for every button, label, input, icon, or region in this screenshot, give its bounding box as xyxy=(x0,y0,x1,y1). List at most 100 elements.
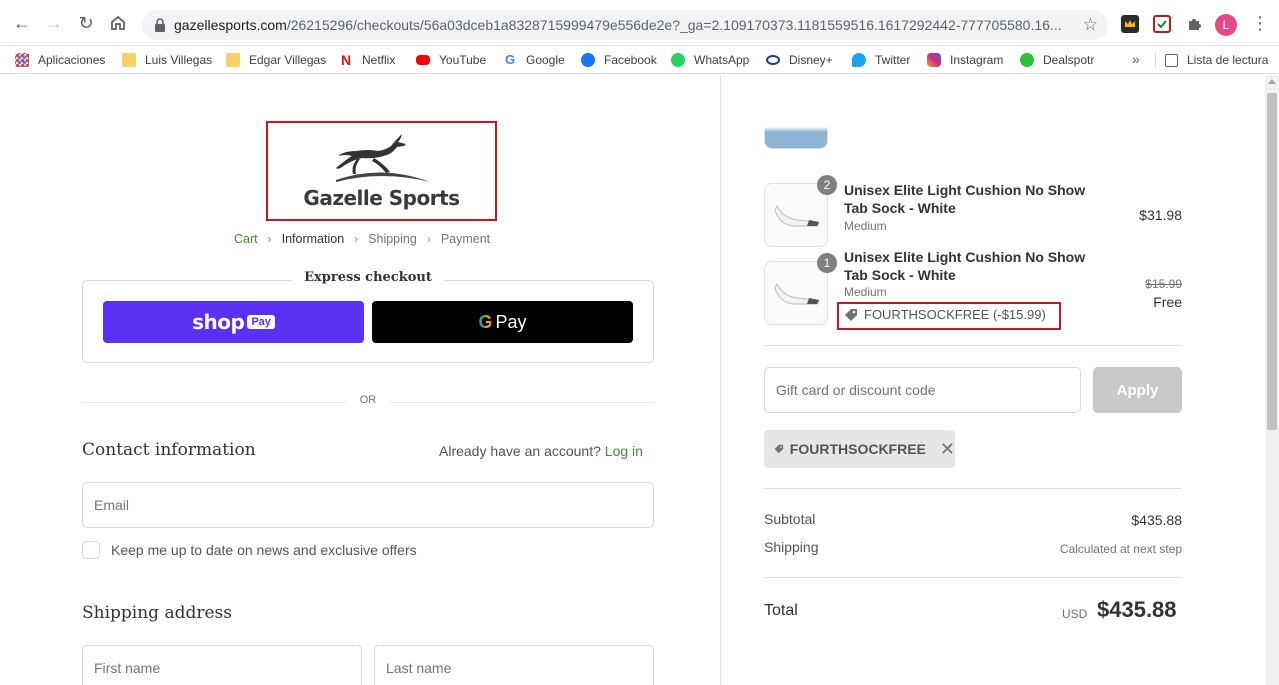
bookmark-label: Facebook xyxy=(604,53,657,67)
summary-divider xyxy=(764,577,1182,578)
product-price: Free xyxy=(1153,294,1182,310)
checkout-page: Gazelle Sports Cart › Information › Ship… xyxy=(0,75,1279,685)
crown-extension-icon[interactable] xyxy=(1121,15,1139,33)
bookmark-label: Netflix xyxy=(362,53,396,67)
email-input[interactable] xyxy=(83,483,653,527)
forward-arrow-icon[interactable]: → xyxy=(44,13,64,33)
bookmark-google[interactable]: G Google xyxy=(503,51,565,69)
line-item-discount: FOURTHSOCKFREE (-$15.99) xyxy=(844,307,1046,322)
menu-kebab-icon[interactable]: ⋮ xyxy=(1251,13,1269,34)
bookmark-label: Luis Villegas xyxy=(145,53,213,67)
bookmark-disney[interactable]: Disney+ xyxy=(766,51,833,69)
bookmarks-overflow-icon[interactable]: » xyxy=(1132,51,1140,67)
address-bar[interactable]: gazellesports.com/26215296/checkouts/56a… xyxy=(142,10,1108,40)
product-thumbnail xyxy=(764,261,828,325)
apply-discount-button[interactable]: Apply xyxy=(1093,367,1182,413)
product-name: Dide xyxy=(844,75,1104,83)
tag-icon xyxy=(774,444,784,454)
shipping-value: Calculated at next step xyxy=(1059,542,1182,556)
sock-icon xyxy=(774,204,820,227)
subtotal-label: Subtotal xyxy=(764,511,816,527)
reading-list[interactable]: Lista de lectura xyxy=(1165,51,1268,69)
product-variant: Small xyxy=(844,87,875,101)
applied-code-text: FOURTHSOCKFREE xyxy=(789,441,926,457)
shipping-address-title: Shipping address xyxy=(82,603,233,623)
login-link[interactable]: Log in xyxy=(605,443,643,459)
newsletter-checkbox[interactable] xyxy=(82,541,100,559)
total-label: Total xyxy=(764,602,798,619)
chevron-right-icon: › xyxy=(426,232,431,246)
folder-icon xyxy=(122,53,136,67)
reload-icon[interactable]: ↻ xyxy=(76,13,96,33)
bookmark-star-icon[interactable]: ☆ xyxy=(1083,15,1098,35)
first-name-input[interactable] xyxy=(83,646,361,685)
last-name-input[interactable] xyxy=(375,646,653,685)
bookmark-label: Google xyxy=(526,53,565,67)
bookmark-instagram[interactable]: Instagram xyxy=(927,51,1003,69)
original-price: $15.99 xyxy=(1145,277,1182,291)
shop-pay-word: shop xyxy=(192,310,245,334)
profile-avatar[interactable]: L xyxy=(1215,14,1237,36)
whatsapp-icon xyxy=(671,53,685,67)
product-thumbnail xyxy=(764,85,828,149)
reading-list-label: Lista de lectura xyxy=(1187,53,1269,67)
bookmark-dealspotr[interactable]: Dealspotr xyxy=(1020,51,1094,69)
email-field[interactable] xyxy=(82,482,654,528)
calendar-extension-icon[interactable] xyxy=(1153,15,1171,33)
bookmark-luis[interactable]: Luis Villegas xyxy=(122,51,212,69)
first-name-field[interactable] xyxy=(82,645,362,685)
discount-code-field[interactable] xyxy=(764,367,1081,413)
lock-icon xyxy=(155,18,165,32)
bookmark-label: YouTube xyxy=(439,53,487,67)
scroll-up-arrow-icon[interactable] xyxy=(1268,79,1276,84)
account-prompt: Already have an account? Log in xyxy=(439,443,643,459)
tag-icon xyxy=(845,308,857,321)
back-arrow-icon[interactable]: ← xyxy=(12,13,32,33)
scroll-thumb[interactable] xyxy=(1267,93,1277,430)
twitter-icon xyxy=(852,53,866,67)
sock-icon xyxy=(774,282,820,305)
reading-list-icon xyxy=(1165,53,1178,67)
line-item: 2 Unisex Elite Light Cushion No Show Tab… xyxy=(764,175,1182,253)
url-path: /26215296/checkouts/56a03dceb1a832871599… xyxy=(286,17,1062,33)
store-logo[interactable]: Gazelle Sports xyxy=(266,121,497,221)
subtotal-value: $435.88 xyxy=(1131,512,1182,528)
bookmark-whatsapp[interactable]: WhatsApp xyxy=(671,51,749,69)
breadcrumb-cart[interactable]: Cart xyxy=(234,232,258,246)
or-text: OR xyxy=(345,394,391,406)
bookmark-label: Twitter xyxy=(875,53,911,67)
remove-discount-close-icon[interactable]: ✕ xyxy=(940,439,955,460)
product-variant: Medium xyxy=(844,219,887,233)
bookmark-apps[interactable]: Aplicaciones xyxy=(15,51,105,69)
bookmark-twitter[interactable]: Twitter xyxy=(852,51,910,69)
bookmark-netflix[interactable]: N Netflix xyxy=(339,51,395,69)
gazelle-logo-icon xyxy=(336,134,430,182)
breadcrumb: Cart › Information › Shipping › Payment xyxy=(234,232,490,246)
newsletter-label: Keep me up to date on news and exclusive… xyxy=(111,542,417,558)
bookmark-facebook[interactable]: Facebook xyxy=(581,51,657,69)
bookmark-label: Aplicaciones xyxy=(38,53,106,67)
discount-code-input[interactable] xyxy=(765,368,1080,412)
breadcrumb-payment: Payment xyxy=(440,232,491,246)
google-pay-button[interactable]: G Pay xyxy=(372,301,633,343)
account-prompt-text: Already have an account? xyxy=(439,443,601,459)
last-name-field[interactable] xyxy=(374,645,654,685)
quantity-badge: 2 xyxy=(817,175,837,195)
shop-pay-button[interactable]: shop Pay xyxy=(103,301,364,343)
bookmark-youtube[interactable]: YouTube xyxy=(416,51,486,69)
bookmark-label: WhatsApp xyxy=(694,53,750,67)
product-variant: Medium xyxy=(844,285,887,299)
puzzle-extensions-icon[interactable] xyxy=(1185,15,1203,33)
page-scrollbar[interactable] xyxy=(1265,75,1279,685)
url-text[interactable]: gazellesports.com/26215296/checkouts/56a… xyxy=(174,17,1076,33)
browser-toolbar: ← → ↻ gazellesports.com/26215296/checkou… xyxy=(0,0,1279,46)
dealspotr-icon xyxy=(1020,53,1034,67)
netflix-icon: N xyxy=(339,52,353,68)
express-checkout-title: Express checkout xyxy=(82,270,654,285)
bookmark-edgar[interactable]: Edgar Villegas xyxy=(226,51,326,69)
discount-text: FOURTHSOCKFREE (-$15.99) xyxy=(864,307,1046,322)
google-g-icon: G xyxy=(478,311,493,332)
total-value: $435.88 xyxy=(1097,597,1177,622)
home-icon[interactable] xyxy=(108,13,128,33)
or-label: OR xyxy=(82,394,654,406)
